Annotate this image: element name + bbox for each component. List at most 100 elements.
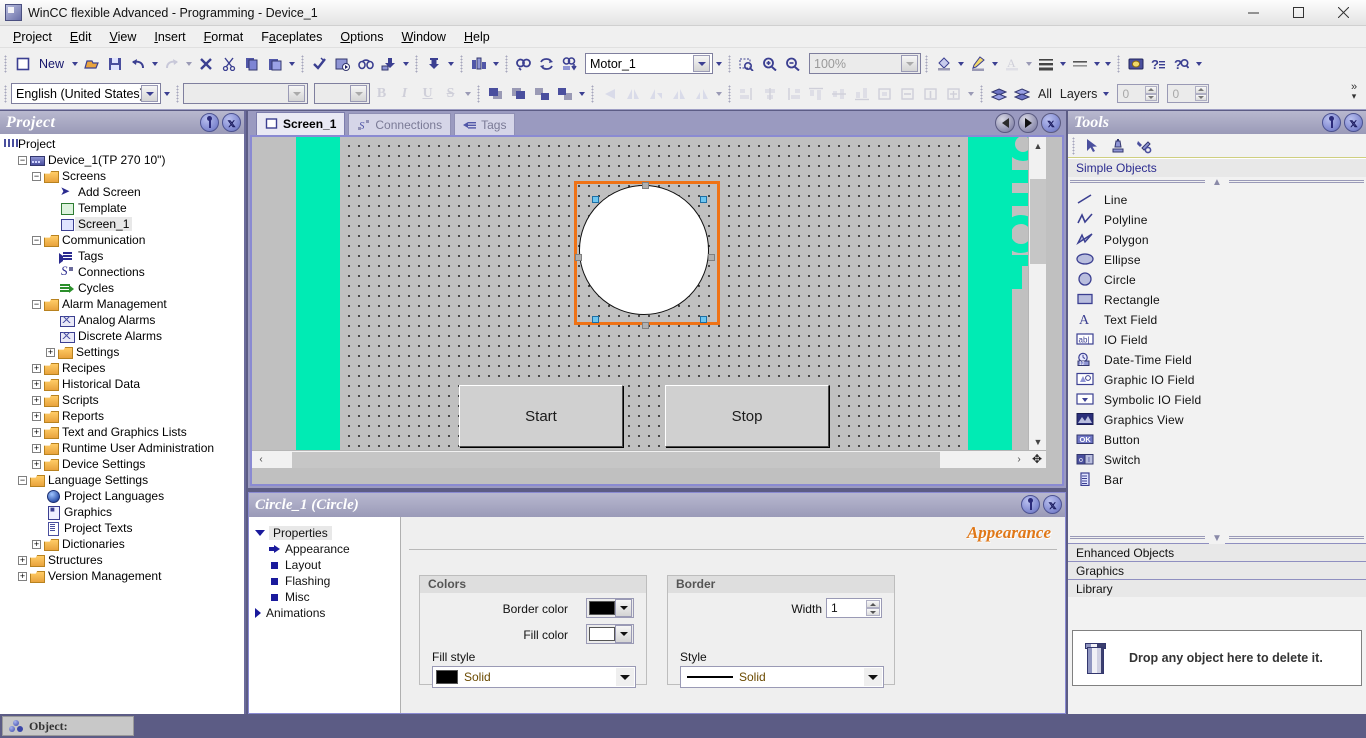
tree-item-add-screen[interactable]: Add Screen bbox=[2, 184, 244, 200]
italic-button[interactable]: I bbox=[393, 82, 416, 105]
pin-icon[interactable] bbox=[1322, 113, 1341, 132]
help-index-icon[interactable]: ? bbox=[1147, 52, 1170, 75]
vertical-scroll-thumb[interactable] bbox=[1030, 179, 1046, 264]
tree-item-template[interactable]: Template bbox=[2, 200, 244, 216]
layer-number-1[interactable]: 0 bbox=[1117, 84, 1160, 103]
tree-toggle[interactable]: − bbox=[32, 171, 41, 181]
tree-item-graphics[interactable]: Graphics bbox=[2, 504, 244, 520]
zoom-in-icon[interactable] bbox=[758, 52, 781, 75]
tools-toolbar-grip[interactable] bbox=[1072, 136, 1075, 155]
prev-icon[interactable] bbox=[995, 113, 1015, 133]
tree-item-historical-data[interactable]: + Historical Data bbox=[2, 376, 244, 392]
tab-tags[interactable]: Tags bbox=[454, 113, 516, 135]
align-right-icon[interactable] bbox=[781, 82, 804, 105]
send-to-back-icon[interactable] bbox=[507, 82, 530, 105]
tree-item-communication[interactable]: − Communication bbox=[2, 232, 244, 248]
layers-all-label[interactable]: All bbox=[1033, 87, 1057, 101]
stamp-icon[interactable] bbox=[1105, 135, 1131, 157]
new-icon[interactable] bbox=[11, 52, 34, 75]
tool-item-text-field[interactable]: A Text Field bbox=[1068, 310, 1366, 330]
align-more-dropdown[interactable] bbox=[965, 82, 976, 105]
toolbar-grip-3[interactable] bbox=[415, 54, 419, 73]
check-consistency-icon[interactable] bbox=[308, 52, 331, 75]
align-dropdown[interactable] bbox=[445, 52, 456, 75]
resize-handle-sw[interactable] bbox=[592, 316, 599, 323]
align-down-icon[interactable] bbox=[422, 52, 445, 75]
size-equal-icon[interactable] bbox=[873, 82, 896, 105]
rotate-ccw-icon[interactable] bbox=[667, 82, 690, 105]
resize-handle-nw[interactable] bbox=[592, 196, 599, 203]
find-tags-icon[interactable] bbox=[558, 52, 581, 75]
properties-tree[interactable]: Properties Appearance Layout Flashing Misc An… bbox=[249, 517, 401, 713]
resize-handle-s[interactable] bbox=[642, 322, 649, 329]
tree-item-structures[interactable]: + Structures bbox=[2, 552, 244, 568]
paste-icon[interactable] bbox=[263, 52, 286, 75]
fill-color-icon[interactable] bbox=[932, 52, 955, 75]
size-both-icon[interactable] bbox=[942, 82, 965, 105]
close-button[interactable] bbox=[1321, 0, 1366, 26]
tree-toggle[interactable]: + bbox=[32, 539, 41, 549]
stop-button[interactable]: Stop bbox=[665, 385, 829, 447]
canvas-resize-grip[interactable]: ✥ bbox=[1029, 451, 1045, 467]
properties-tree-item-flashing[interactable]: Flashing bbox=[255, 573, 400, 589]
size-width-icon[interactable] bbox=[896, 82, 919, 105]
delete-dropzone[interactable]: Drop any object here to delete it. bbox=[1072, 630, 1362, 686]
generate-icon[interactable] bbox=[331, 52, 354, 75]
font-size-dropdown[interactable] bbox=[350, 85, 367, 102]
toolbar-grip-9[interactable] bbox=[4, 84, 7, 103]
tree-item-device-1-tp-270-10[interactable]: − Device_1(TP 270 10") bbox=[2, 152, 244, 168]
align-bottom-icon[interactable] bbox=[850, 82, 873, 105]
layers-dropdown[interactable] bbox=[1100, 82, 1111, 105]
resize-handle-se[interactable] bbox=[700, 316, 707, 323]
tools-splitter-top[interactable]: ▲ bbox=[1068, 176, 1366, 188]
resize-handle-e[interactable] bbox=[708, 254, 715, 261]
simple-objects-header[interactable]: Simple Objects bbox=[1068, 158, 1366, 177]
font-color-icon[interactable]: A bbox=[1000, 52, 1023, 75]
resize-handle-w[interactable] bbox=[575, 254, 582, 261]
resize-handle-ne[interactable] bbox=[700, 196, 707, 203]
tool-item-graphic-io-field[interactable]: Graphic IO Field bbox=[1068, 370, 1366, 390]
start-button[interactable]: Start bbox=[459, 385, 623, 447]
menu-edit[interactable]: Edit bbox=[61, 28, 101, 46]
menu-window[interactable]: Window bbox=[392, 28, 454, 46]
tree-item-text-and-graphics-lists[interactable]: + Text and Graphics Lists bbox=[2, 424, 244, 440]
help-search-icon[interactable]: ? bbox=[1170, 52, 1193, 75]
tool-item-polygon[interactable]: Polygon bbox=[1068, 230, 1366, 250]
tool-item-line[interactable]: Line bbox=[1068, 190, 1366, 210]
tool-item-button[interactable]: OK Button bbox=[1068, 430, 1366, 450]
wrench-icon[interactable] bbox=[1131, 135, 1157, 157]
tree-item-scripts[interactable]: + Scripts bbox=[2, 392, 244, 408]
tree-toggle[interactable]: − bbox=[18, 155, 27, 165]
tool-item-bar[interactable]: Bar bbox=[1068, 470, 1366, 490]
tree-toggle[interactable]: + bbox=[32, 379, 41, 389]
font-color-dropdown[interactable] bbox=[1023, 52, 1034, 75]
transform-more-dropdown[interactable] bbox=[713, 82, 724, 105]
tree-item-connections[interactable]: Connections bbox=[2, 263, 244, 280]
screen-canvas[interactable]: Start Stop ▲ ▼ ‹ › ✥ bbox=[252, 137, 1046, 468]
tool-item-circle[interactable]: Circle bbox=[1068, 270, 1366, 290]
bold-button[interactable]: B bbox=[370, 82, 393, 105]
scroll-up-button[interactable]: ▲ bbox=[1029, 137, 1046, 154]
tree-item-project[interactable]: Project bbox=[2, 136, 244, 152]
close-icon[interactable]: 𝕩 bbox=[1041, 113, 1061, 133]
undo-dropdown[interactable] bbox=[149, 52, 160, 75]
toolbar-grip-7[interactable] bbox=[925, 54, 929, 73]
tree-item-recipes[interactable]: + Recipes bbox=[2, 360, 244, 376]
border-width-spinner[interactable] bbox=[866, 600, 880, 616]
tree-toggle[interactable]: + bbox=[18, 571, 27, 581]
flip-vertical-icon[interactable] bbox=[621, 82, 644, 105]
bring-forward-icon[interactable] bbox=[530, 82, 553, 105]
pointer-icon[interactable] bbox=[1079, 135, 1105, 157]
font-more-dropdown[interactable] bbox=[462, 82, 473, 105]
pin-icon[interactable] bbox=[1021, 495, 1040, 514]
project-tree[interactable]: Project−Device_1(TP 270 10")−ScreensAdd … bbox=[0, 134, 244, 712]
tree-toggle[interactable]: − bbox=[18, 475, 27, 485]
language-selector-dropdown[interactable] bbox=[141, 85, 158, 102]
minimize-button[interactable] bbox=[1231, 0, 1276, 26]
tree-item-language-settings[interactable]: − Language Settings bbox=[2, 472, 244, 488]
tree-item-version-management[interactable]: + Version Management bbox=[2, 568, 244, 584]
library-items-icon[interactable] bbox=[467, 52, 490, 75]
tool-item-polyline[interactable]: Polyline bbox=[1068, 210, 1366, 230]
mirror-icon[interactable] bbox=[690, 82, 713, 105]
properties-tree-item-layout[interactable]: Layout bbox=[255, 557, 400, 573]
